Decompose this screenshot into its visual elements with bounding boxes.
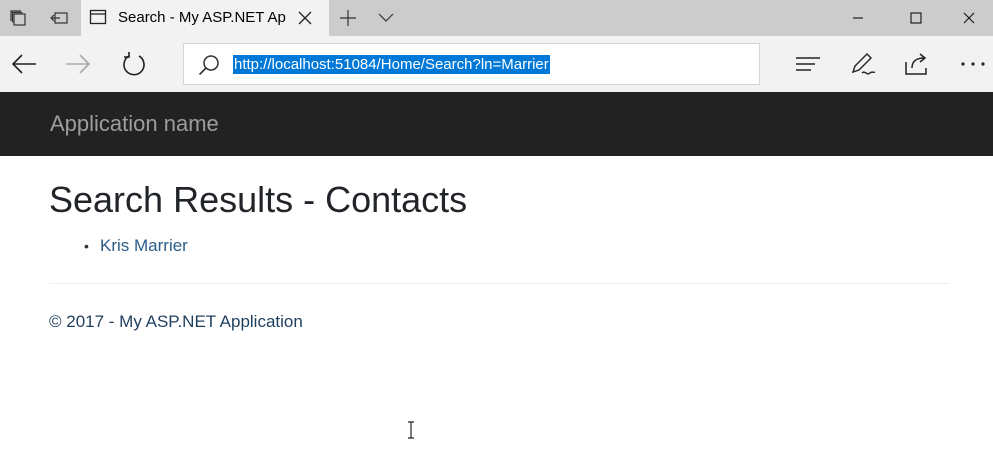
maximize-button[interactable] <box>887 0 945 36</box>
share-icon <box>905 53 927 75</box>
text-cursor-icon <box>408 421 414 439</box>
tab-set-aside-icon <box>10 10 26 26</box>
search-results-list: • Kris Marrier <box>84 236 188 256</box>
browser-toolbar: http://localhost:51084/Home/Search?ln=Ma… <box>0 36 993 92</box>
list-item: • Kris Marrier <box>84 236 188 256</box>
tab-set-aside-button[interactable] <box>0 0 36 36</box>
minimize-icon <box>853 17 863 19</box>
share-button[interactable] <box>897 44 937 84</box>
hub-icon <box>796 57 820 71</box>
new-tab-icon <box>340 10 356 26</box>
footer-text: © 2017 - My ASP.NET Application <box>49 312 303 331</box>
back-button[interactable] <box>4 44 44 84</box>
forward-button[interactable] <box>58 44 98 84</box>
brand-link[interactable]: Application name <box>50 111 219 137</box>
new-tab-button[interactable] <box>330 0 366 36</box>
minimize-button[interactable] <box>829 0 887 36</box>
more-icon <box>961 62 985 66</box>
web-note-icon <box>851 53 876 75</box>
contact-link[interactable]: Kris Marrier <box>100 236 188 255</box>
tab-close-button[interactable] <box>295 8 315 28</box>
active-tab[interactable]: Search - My ASP.NET Ap <box>81 0 329 36</box>
address-bar[interactable]: http://localhost:51084/Home/Search?ln=Ma… <box>183 43 760 85</box>
refresh-icon <box>123 52 145 76</box>
restore-tabs-button[interactable] <box>41 0 77 36</box>
chevron-down-icon <box>378 13 394 22</box>
url-text[interactable]: http://localhost:51084/Home/Search?ln=Ma… <box>233 55 550 74</box>
restore-tabs-icon <box>50 12 68 24</box>
tab-title: Search - My ASP.NET Ap <box>118 9 286 26</box>
more-button[interactable] <box>953 44 993 84</box>
back-icon <box>11 54 36 74</box>
divider <box>49 283 950 284</box>
forward-icon <box>66 54 91 74</box>
search-icon <box>198 55 219 76</box>
bullet: • <box>84 238 89 254</box>
maximize-icon <box>910 12 922 24</box>
refresh-button[interactable] <box>114 44 154 84</box>
window-close-button[interactable] <box>944 0 993 36</box>
close-icon <box>963 12 974 24</box>
close-icon <box>298 11 312 25</box>
web-note-button[interactable] <box>843 44 883 84</box>
page-title: Search Results - Contacts <box>49 179 468 220</box>
tab-preview-button[interactable] <box>368 0 404 36</box>
page-icon <box>89 9 107 25</box>
browser-tab-strip: Search - My ASP.NET Ap <box>0 0 993 36</box>
site-navbar: Application name <box>0 92 993 156</box>
hub-button[interactable] <box>788 44 828 84</box>
